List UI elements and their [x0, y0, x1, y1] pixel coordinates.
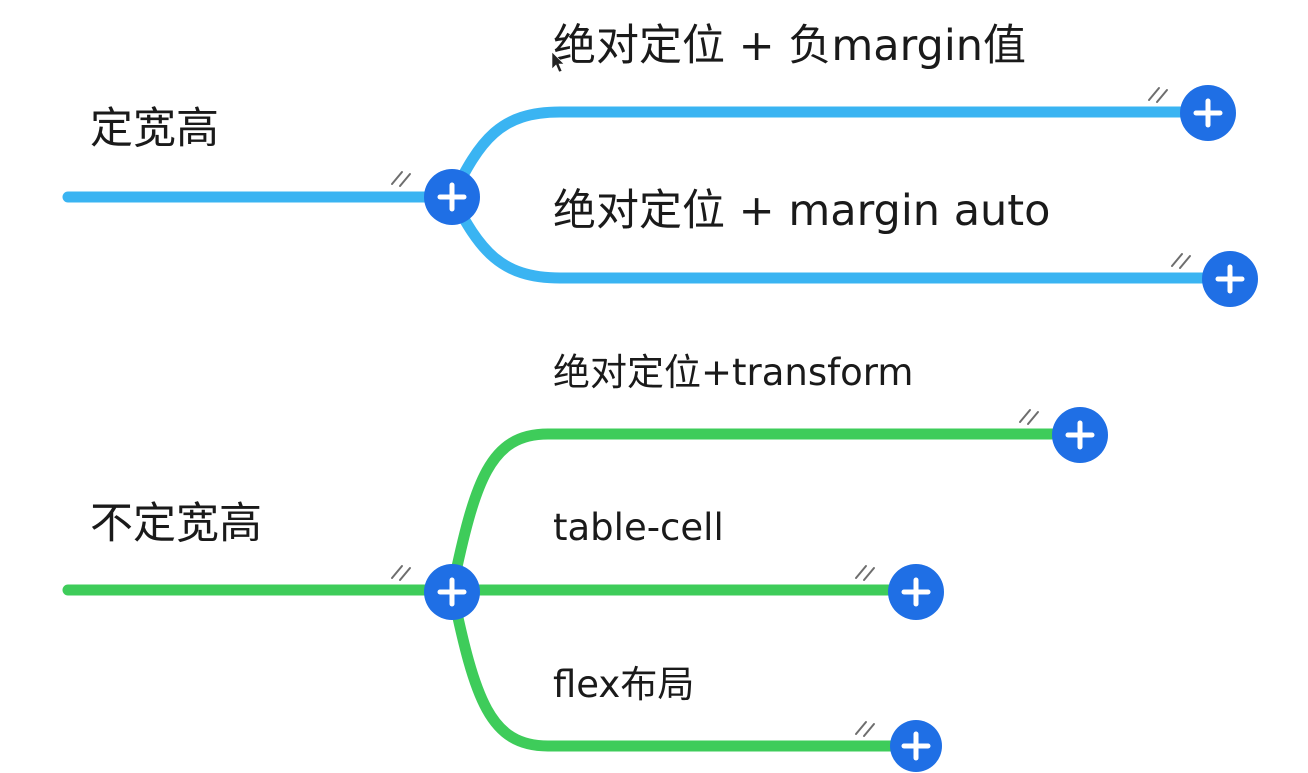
- group-0-child-0-label: 绝对定位 + 负margin值: [553, 21, 1026, 71]
- group-1-child-0-label: 绝对定位+transform: [553, 351, 913, 394]
- group-1-branch-0-line: [446, 428, 1086, 596]
- group-1-child-2-label: flex布局: [553, 663, 694, 706]
- group-1-expand-button[interactable]: [424, 564, 480, 620]
- group-1-child-2-expand-button[interactable]: [890, 720, 942, 772]
- collapse-marker-icon: [391, 565, 411, 581]
- group-0-branch-0-line: [446, 106, 1214, 203]
- mindmap-canvas: 定宽高 绝对定位 + 负margin值 绝对定位 + margin auto 不…: [62, 21, 1258, 772]
- collapse-marker-icon: [391, 171, 411, 187]
- group-0-expand-button[interactable]: [424, 169, 480, 225]
- group-1-child-0-expand-button[interactable]: [1052, 407, 1108, 463]
- collapse-marker-icon: [855, 721, 875, 737]
- collapse-marker-icon: [1148, 87, 1168, 103]
- collapse-marker-icon: [855, 565, 875, 581]
- group-1-child-1-expand-button[interactable]: [888, 564, 944, 620]
- group-1-child-1-label: table-cell: [553, 506, 724, 549]
- group-1-label: 不定宽高: [90, 499, 262, 549]
- group-0-child-1-label: 绝对定位 + margin auto: [553, 186, 1050, 236]
- collapse-marker-icon: [1171, 253, 1191, 269]
- mindmap-group-unfixed-size: 不定宽高 绝对定位+transform table-cell flex布局: [62, 351, 1108, 772]
- group-0-child-0-expand-button[interactable]: [1180, 85, 1236, 141]
- collapse-marker-icon: [1019, 409, 1039, 425]
- mindmap-group-fixed-size: 定宽高 绝对定位 + 负margin值 绝对定位 + margin auto: [62, 21, 1258, 307]
- group-0-label: 定宽高: [90, 104, 219, 154]
- group-0-child-1-expand-button[interactable]: [1202, 251, 1258, 307]
